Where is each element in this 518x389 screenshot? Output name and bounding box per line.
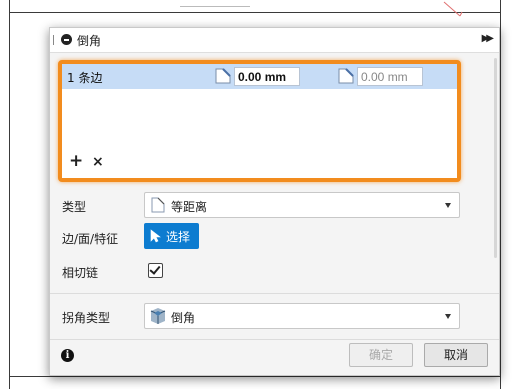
- chamfer-distance-icon: [215, 68, 231, 84]
- canvas-fragment: [180, 0, 250, 7]
- minus-circle-icon[interactable]: [61, 34, 72, 45]
- add-icon[interactable]: +: [69, 153, 83, 170]
- cursor-icon: [150, 229, 161, 243]
- corner-type-label: 拐角类型: [62, 311, 111, 325]
- scrollbar[interactable]: [494, 58, 497, 258]
- footer-divider: [50, 339, 499, 340]
- list-item[interactable]: 1 条边 0.00 mm 0.00 mm: [62, 64, 457, 89]
- distance-input-2[interactable]: 0.00 mm: [357, 67, 423, 86]
- chamfer-corner-icon: [150, 308, 166, 324]
- type-label: 类型: [62, 200, 87, 214]
- cancel-button[interactable]: 取消: [424, 343, 488, 367]
- type-select[interactable]: 等距离: [144, 192, 460, 218]
- tangent-chain-label: 相切链: [62, 266, 99, 280]
- corner-type-select[interactable]: 倒角: [144, 303, 460, 329]
- edge-face-feature-label: 边/面/特征: [62, 232, 119, 246]
- dialog-titlebar[interactable]: 倒角 ▶▶: [50, 28, 499, 53]
- chevron-down-icon: [445, 203, 451, 208]
- canvas-axis-fragment: [440, 0, 480, 22]
- dialog-title: 倒角: [77, 34, 102, 48]
- divider: [50, 293, 499, 294]
- canvas-line: [9, 0, 10, 389]
- distance-input-1[interactable]: 0.00 mm: [234, 67, 300, 86]
- chevron-down-icon: [445, 314, 451, 319]
- canvas-line: [9, 12, 500, 13]
- corner-type-value: 倒角: [171, 311, 196, 325]
- edge-selection-list[interactable]: 1 条边 0.00 mm 0.00 mm + ×: [58, 60, 461, 182]
- remove-icon[interactable]: ×: [92, 154, 104, 170]
- info-icon[interactable]: i: [61, 349, 74, 362]
- canvas-line: [500, 0, 501, 389]
- select-button-label: 选择: [166, 230, 191, 244]
- select-button[interactable]: 选择: [144, 223, 199, 249]
- chamfer-dialog: 倒角 ▶▶ 1 条边 0.00 mm 0.00 mm + × 类型 等距离 边/…: [49, 27, 500, 376]
- canvas-line: [9, 376, 500, 377]
- edge-count-label: 1 条边: [67, 71, 103, 85]
- drag-grip-icon[interactable]: [53, 35, 56, 45]
- double-chevron-right-icon[interactable]: ▶▶: [482, 33, 495, 44]
- tangent-chain-checkbox[interactable]: [148, 263, 163, 278]
- ok-button[interactable]: 确定: [349, 343, 413, 367]
- chamfer-distance-icon: [338, 68, 354, 84]
- equal-distance-icon: [151, 197, 165, 213]
- type-value: 等距离: [171, 200, 208, 214]
